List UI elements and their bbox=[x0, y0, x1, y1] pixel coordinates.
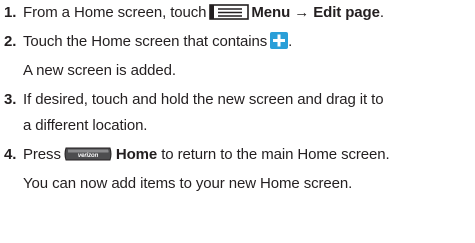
step-1: 1. From a Home screen, touch Menu → Edit … bbox=[4, 3, 475, 23]
step-3: 3. If desired, touch and hold the new sc… bbox=[4, 90, 475, 136]
plus-icon bbox=[270, 32, 289, 49]
step-body: If desired, touch and hold the new scree… bbox=[23, 90, 475, 136]
menu-label: Menu bbox=[251, 4, 291, 21]
step-number: 3. bbox=[4, 91, 17, 108]
home-key-icon: verizon bbox=[64, 147, 112, 161]
step-4: 4. Press verizon Home to return to the mai… bbox=[4, 145, 475, 194]
step-line: If desired, touch and hold the new scree… bbox=[23, 91, 384, 108]
arrow-glyph: → bbox=[294, 4, 310, 21]
step-body: From a Home screen, touch Menu → Edit pag… bbox=[23, 3, 475, 23]
step-line: Touch the Home screen that contains. bbox=[23, 32, 473, 52]
step-line: From a Home screen, touch Menu → Edit pag… bbox=[23, 3, 473, 23]
home-label: Home bbox=[115, 146, 158, 163]
menu-key-icon bbox=[209, 4, 250, 20]
step-body: Press verizon Home to return to the main H… bbox=[23, 145, 475, 194]
step-punct: . bbox=[288, 33, 293, 50]
edit-page-label: Edit page bbox=[313, 4, 380, 21]
instruction-page: 1. From a Home screen, touch Menu → Edit … bbox=[0, 0, 475, 243]
step-text: Touch the Home screen that contains bbox=[23, 33, 268, 50]
step-note: You can now add items to your new Home s… bbox=[23, 175, 353, 192]
home-key-brand: verizon bbox=[78, 153, 99, 159]
step-text: to return to the main Home screen. bbox=[161, 146, 390, 163]
step-line: a different location. bbox=[23, 117, 148, 134]
step-number: 2. bbox=[4, 33, 17, 50]
step-2: 2. Touch the Home screen that contains. … bbox=[4, 32, 475, 81]
step-line: Press verizon Home to return to the main H… bbox=[23, 145, 473, 165]
step-text: Press bbox=[23, 146, 61, 163]
step-body: Touch the Home screen that contains. A n… bbox=[23, 32, 475, 81]
step-number: 4. bbox=[4, 146, 17, 163]
step-punct: . bbox=[379, 4, 384, 21]
step-text: From a Home screen, touch bbox=[23, 4, 207, 21]
step-note: A new screen is added. bbox=[23, 62, 176, 79]
step-number: 1. bbox=[4, 4, 17, 21]
